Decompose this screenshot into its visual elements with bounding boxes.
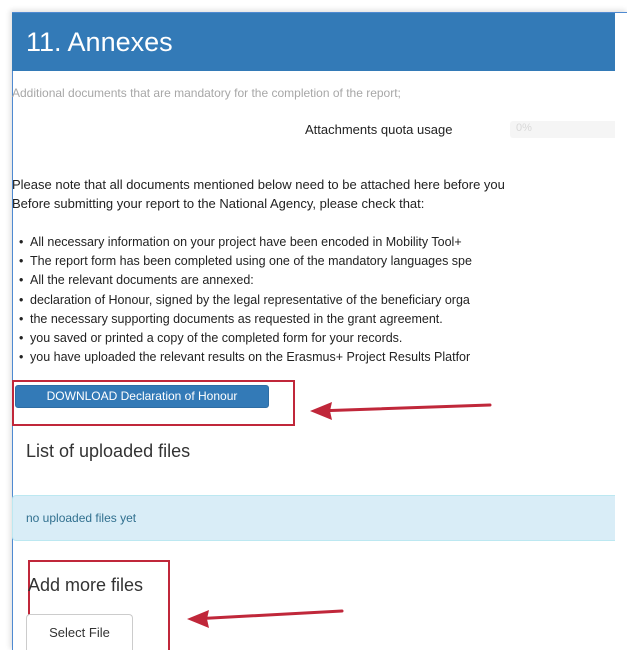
checklist-intro: Before submitting your report to the Nat… <box>12 196 425 211</box>
arrow-icon <box>310 402 492 420</box>
checklist: All necessary information on your projec… <box>0 233 472 368</box>
no-files-message: no uploaded files yet <box>12 495 615 541</box>
section-subtitle: Additional documents that are mandatory … <box>12 86 401 100</box>
section-header: 11. Annexes <box>12 13 615 71</box>
uploaded-files-title: List of uploaded files <box>26 441 191 461</box>
select-file-button[interactable]: Select File <box>26 614 133 650</box>
checklist-item: you saved or printed a copy of the compl… <box>0 329 472 348</box>
quota-label: Attachments quota usage <box>305 122 453 137</box>
add-files-title: Add more files <box>28 575 144 595</box>
section-title: 11. Annexes <box>26 27 173 57</box>
quota-progress-bar: 0% <box>510 121 615 138</box>
notice-text: Please note that all documents mentioned… <box>12 177 505 192</box>
checklist-item: The report form has been completed using… <box>0 252 472 271</box>
checklist-item: All necessary information on your projec… <box>0 233 472 252</box>
checklist-item: you have uploaded the relevant results o… <box>0 348 472 367</box>
checklist-item: declaration of Honour, signed by the leg… <box>0 291 472 310</box>
download-declaration-button[interactable]: DOWNLOAD Declaration of Honour <box>15 385 269 408</box>
quota-progress-text: 0% <box>516 122 532 134</box>
arrow-icon <box>187 609 344 628</box>
checklist-item: All the relevant documents are annexed: <box>0 271 472 290</box>
checklist-item: the necessary supporting documents as re… <box>0 310 472 329</box>
